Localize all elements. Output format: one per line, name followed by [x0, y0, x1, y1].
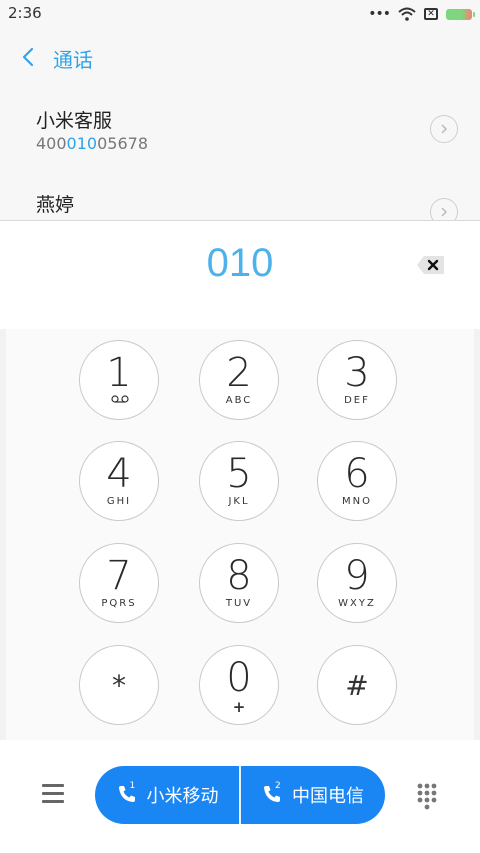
contact-number: 40001005678: [36, 134, 148, 153]
key-letters: PQRS: [101, 598, 137, 609]
bottom-bar: 1 小米移动 2 中国电信: [0, 740, 480, 853]
contact-result-item[interactable]: 燕婷: [0, 172, 480, 220]
key-digit: 5: [226, 451, 252, 497]
number-match-highlight: 010: [66, 134, 98, 153]
key-7[interactable]: 7 PQRS: [79, 543, 159, 623]
key-digit: 7: [106, 553, 132, 599]
key-letters: DEF: [344, 395, 370, 406]
contact-name: 燕婷: [36, 194, 75, 216]
chevron-right-icon: [441, 207, 447, 217]
key-digit: #: [345, 669, 369, 702]
key-digit: 3: [344, 350, 370, 396]
number-prefix: 400: [36, 134, 67, 153]
number-suffix: 05678: [97, 134, 148, 153]
call-sim1-button[interactable]: 1 小米移动: [95, 766, 240, 824]
call-sim2-button[interactable]: 2 中国电信: [241, 766, 385, 824]
key-letters: WXYZ: [338, 598, 376, 609]
battery-icon: [446, 8, 475, 20]
backspace-icon[interactable]: [416, 255, 446, 275]
key-1[interactable]: 1: [79, 340, 159, 420]
menu-icon[interactable]: [42, 784, 64, 804]
contact-detail-button[interactable]: [430, 198, 458, 220]
key-4[interactable]: 4 GHI: [79, 441, 159, 521]
status-icons: ••• ✕: [368, 6, 475, 22]
key-digit: 6: [344, 451, 370, 497]
sim-index: 1: [129, 781, 136, 791]
key-2[interactable]: 2 ABC: [199, 340, 279, 420]
contact-results-list: 小米客服 40001005678 燕婷: [0, 86, 480, 220]
dialed-digits: 010: [206, 241, 274, 285]
chevron-right-icon: [441, 124, 447, 134]
contact-detail-button[interactable]: [430, 115, 458, 143]
key-letters: MNO: [342, 496, 372, 507]
more-dots-icon: •••: [368, 6, 391, 22]
voicemail-icon: [111, 395, 129, 403]
status-time: 2:36: [8, 4, 42, 22]
call-sim1-label: 小米移动: [146, 786, 219, 807]
header: 通话: [0, 28, 480, 86]
no-sim-icon: ✕: [424, 8, 438, 20]
keypad-panel: 1 2 ABC 3 DEF 4 GHI 5 JKL 6 MNO 7 PQRS 8…: [6, 329, 474, 740]
key-letters: TUV: [225, 598, 253, 609]
key-letters: JKL: [228, 496, 250, 507]
phone-icon: 1: [117, 781, 139, 806]
dialed-number-display: 010: [0, 221, 480, 329]
key-letters: GHI: [106, 496, 132, 507]
dialpad-toggle-icon[interactable]: [416, 782, 438, 810]
key-letters: ABC: [225, 395, 253, 406]
key-3[interactable]: 3 DEF: [317, 340, 397, 420]
key-8[interactable]: 8 TUV: [199, 543, 279, 623]
back-arrow-icon[interactable]: [18, 43, 42, 71]
key-digit: 1: [106, 350, 132, 396]
key-letters: +: [232, 698, 246, 716]
sim-index: 2: [275, 781, 281, 791]
key-0[interactable]: 0 +: [199, 645, 279, 725]
contact-result-item[interactable]: 小米客服 40001005678: [0, 86, 480, 172]
key-digit: 2: [226, 350, 252, 396]
call-button-group: 1 小米移动 2 中国电信: [95, 766, 385, 824]
key-digit: 9: [344, 553, 370, 599]
key-5[interactable]: 5 JKL: [199, 441, 279, 521]
key-6[interactable]: 6 MNO: [317, 441, 397, 521]
dial-keypad: 1 2 ABC 3 DEF 4 GHI 5 JKL 6 MNO 7 PQRS 8…: [0, 329, 480, 740]
call-sim2-label: 中国电信: [292, 786, 364, 807]
key-digit: *: [112, 669, 126, 702]
wifi-icon: [398, 7, 416, 21]
key-digit: 0: [226, 655, 252, 701]
key-hash[interactable]: #: [317, 645, 397, 725]
key-9[interactable]: 9 WXYZ: [317, 543, 397, 623]
page-title: 通话: [53, 48, 93, 72]
key-digit: 4: [106, 451, 132, 497]
phone-icon: 2: [262, 781, 284, 806]
key-digit: 8: [226, 553, 252, 599]
contact-name: 小米客服: [36, 110, 113, 132]
status-bar: 2:36 ••• ✕: [0, 0, 480, 28]
key-star[interactable]: *: [79, 645, 159, 725]
